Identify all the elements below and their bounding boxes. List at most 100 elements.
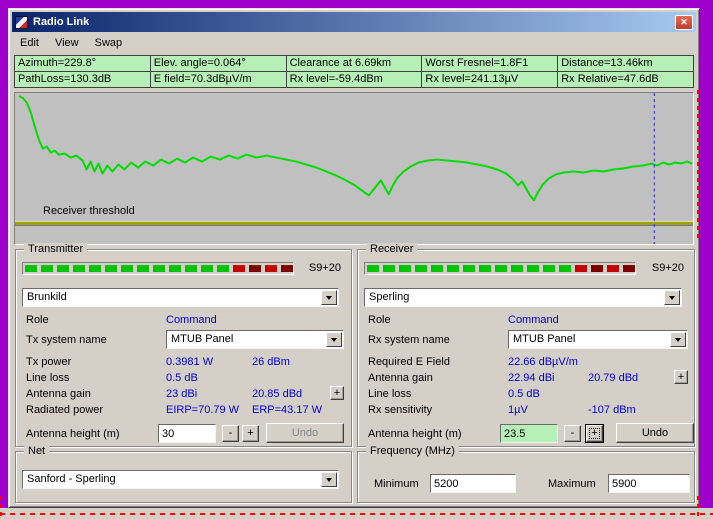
receiver-group-label: Receiver (366, 243, 418, 256)
rx-sensitivity-dbm: -107 dBm (588, 404, 636, 416)
tx-antenna-gain-dbi: 23 dBi (166, 388, 198, 400)
map-grid-dash (697, 496, 699, 519)
meter-segment (89, 265, 101, 272)
info-rx-level-dbm: Rx level=-59.4dBm (286, 72, 422, 87)
tx-undo-button[interactable]: Undo (266, 423, 344, 443)
meter-segment (543, 265, 555, 272)
rx-antenna-gain-dbi: 22.94 dBi (508, 372, 555, 384)
meter-segment (73, 265, 85, 272)
arrow-down-glyph (326, 478, 332, 485)
meter-segment (265, 265, 277, 272)
frequency-min-label: Minimum (374, 478, 419, 490)
meter-segment (367, 265, 379, 272)
info-rx-level-uv: Rx level=241.13µV (422, 72, 558, 87)
frequency-max-input[interactable] (608, 474, 690, 493)
rx-role-value: Command (508, 314, 559, 326)
frequency-min-input[interactable] (430, 474, 516, 493)
meter-segment (25, 265, 37, 272)
tx-antenna-detail-button[interactable]: + (330, 386, 344, 400)
rx-efield-value: 22.66 dBµV/m (508, 356, 578, 368)
menu-edit[interactable]: Edit (12, 35, 47, 51)
menu-view[interactable]: View (47, 35, 87, 51)
meter-segment (185, 265, 197, 272)
rx-height-plus-button[interactable]: + (586, 425, 603, 442)
tx-role-label: Role (26, 314, 49, 326)
arrow-down-glyph (669, 296, 675, 303)
desktop: { "desktop": { "background_color": "#a00… (0, 0, 713, 519)
rx-antenna-height-input[interactable] (500, 424, 558, 443)
tx-erp-value: ERP=43.17 W (252, 404, 323, 416)
tx-signal-reading: S9+20 (308, 262, 341, 274)
tx-station-value: Brunkild (27, 291, 67, 303)
rx-line-loss-label: Line loss (368, 388, 412, 400)
dropdown-arrow-icon[interactable] (664, 290, 680, 305)
meter-segment (249, 265, 261, 272)
meter-segment (527, 265, 539, 272)
meter-segment (57, 265, 69, 272)
info-clearance: Clearance at 6.69km (286, 56, 422, 71)
meter-segment (137, 265, 149, 272)
tx-system-label: Tx system name (26, 334, 107, 346)
info-rx-relative: Rx Relative=47.6dB (558, 72, 693, 87)
meter-segment (383, 265, 395, 272)
meter-segment (607, 265, 619, 272)
tx-power-label: Tx power (26, 356, 72, 368)
rx-antenna-height-label: Antenna height (m) (368, 428, 462, 440)
net-selected-value: Sanford - Sperling (27, 473, 116, 485)
close-icon[interactable]: ✕ (675, 14, 693, 30)
tx-radiated-label: Radiated power (26, 404, 104, 416)
rx-sensitivity-uv: 1µV (508, 404, 528, 416)
dropdown-arrow-icon[interactable] (670, 332, 686, 347)
tx-line-loss-value: 0.5 dB (166, 372, 198, 384)
rx-signal-reading: S9+20 (651, 262, 684, 274)
profile-svg (15, 93, 693, 244)
rx-station-value: Sperling (369, 291, 410, 303)
rx-antenna-detail-button[interactable]: + (674, 370, 688, 384)
receiver-threshold-label: Receiver threshold (43, 205, 135, 217)
map-grid-dash (0, 496, 2, 519)
rx-line-loss-value: 0.5 dB (508, 388, 540, 400)
tx-signal-meter (22, 262, 294, 275)
radio-link-window: Radio Link ✕ Edit View Swap Azimuth=229.… (8, 8, 700, 508)
tx-antenna-gain-label: Antenna gain (26, 388, 91, 400)
meter-segment (121, 265, 133, 272)
meter-segment (169, 265, 181, 272)
info-elev-angle: Elev. angle=0.064° (150, 56, 286, 71)
meter-segment (591, 265, 603, 272)
dropdown-arrow-icon[interactable] (321, 290, 337, 305)
title-bar[interactable]: Radio Link ✕ (12, 12, 696, 32)
rx-system-combo[interactable]: MTUB Panel (508, 330, 688, 349)
tx-height-minus-button[interactable]: - (222, 425, 239, 442)
tx-antenna-height-input[interactable] (158, 424, 216, 443)
rx-undo-button[interactable]: Undo (616, 423, 694, 443)
meter-segment (447, 265, 459, 272)
meter-segment (399, 265, 411, 272)
net-group: Net Sanford - Sperling (15, 445, 352, 503)
rx-role-label: Role (368, 314, 391, 326)
meter-segment (479, 265, 491, 272)
meter-segment (201, 265, 213, 272)
meter-segment (559, 265, 571, 272)
rx-height-minus-button[interactable]: - (564, 425, 581, 442)
menu-swap[interactable]: Swap (87, 35, 131, 51)
profile-chart[interactable]: Receiver threshold (14, 92, 694, 245)
tx-station-combo[interactable]: Brunkild (22, 288, 339, 307)
arrow-down-glyph (331, 338, 337, 345)
meter-segment (153, 265, 165, 272)
meter-segment (233, 265, 245, 272)
frequency-group-label: Frequency (MHz) (366, 445, 459, 458)
meter-segment (511, 265, 523, 272)
rx-efield-label: Required E Field (368, 356, 450, 368)
tx-system-combo[interactable]: MTUB Panel (166, 330, 344, 349)
meter-segment (281, 265, 293, 272)
tx-antenna-height-label: Antenna height (m) (26, 428, 120, 440)
menu-bar: Edit View Swap (12, 33, 696, 52)
info-pathloss: PathLoss=130.3dB (15, 72, 150, 87)
rx-signal-meter (364, 262, 636, 275)
tx-height-plus-button[interactable]: + (242, 425, 259, 442)
dropdown-arrow-icon[interactable] (326, 332, 342, 347)
rx-station-combo[interactable]: Sperling (364, 288, 682, 307)
tx-power-watts: 0.3981 W (166, 356, 214, 368)
net-combo[interactable]: Sanford - Sperling (22, 470, 339, 489)
dropdown-arrow-icon[interactable] (321, 472, 337, 487)
